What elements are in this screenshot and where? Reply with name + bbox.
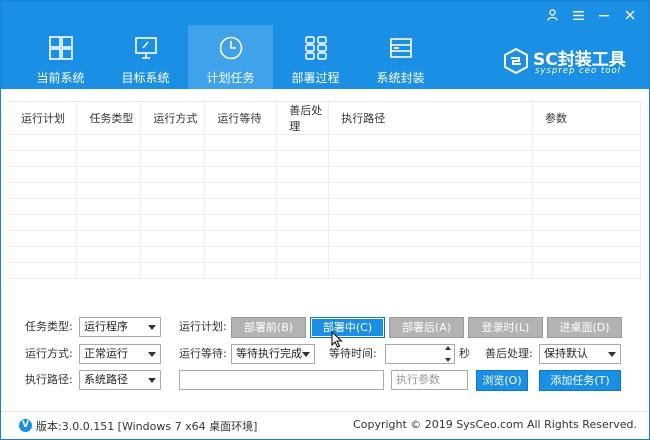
version-text: 版本:3.0.0.151 [Windows 7 x64 桌面环境] [36,420,258,433]
status-bar: V 版本:3.0.0.151 [Windows 7 x64 桌面环境] Copy… [1,411,649,439]
plan-during-deploy-button[interactable]: 部署中(C) [310,317,385,338]
tab-system-packaging[interactable]: 系统封装 [358,25,443,89]
chevron-down-icon [302,352,310,357]
column-header[interactable]: 善后处理 [276,102,330,135]
brand-slogan: sysprep ceo tool [535,66,622,76]
header-bar: 当前系统 目标系统 计划任务 部署过程 系统封装 SC封装工具 sysprep [1,1,649,89]
logo-icon [504,48,528,74]
run-wait-label: 运行等待: [179,347,227,360]
table-row [9,134,641,151]
column-header[interactable]: 运行计划 [9,102,78,135]
run-plan-label: 运行计划: [179,320,227,333]
plan-after-deploy-button[interactable]: 部署后(A) [389,317,464,338]
close-icon[interactable] [617,5,643,25]
task-type-select[interactable]: 运行程序 [79,317,161,337]
version-icon: V [19,419,32,432]
tab-label: 系统封装 [376,71,425,85]
chevron-down-icon [148,325,156,330]
chevron-down-icon [148,352,156,357]
copyright-text: Copyright © 2019 SysCeo.com All Rights R… [353,418,637,431]
chevron-down-icon [608,352,616,357]
run-mode-select[interactable]: 正常运行 [79,344,161,364]
column-header[interactable]: 运行等待 [204,102,278,135]
param-input[interactable]: 执行参数 [391,370,468,390]
add-task-button[interactable]: 添加任务(T) [539,370,621,391]
tab-label: 目标系统 [121,71,170,85]
run-wait-value: 等待执行完成 [236,347,302,360]
exec-path-select[interactable]: 系统路径 [79,370,161,390]
run-mode-value: 正常运行 [84,347,128,360]
column-header[interactable]: 任务类型 [76,102,142,135]
tab-deploy-process[interactable]: 部署过程 [273,25,358,89]
table-row [9,182,641,199]
monitor-icon [134,37,157,59]
tab-scheduled-tasks[interactable]: 计划任务 [188,25,273,89]
brand-logo: SC封装工具 sysprep ceo tool [503,45,643,79]
after-processing-label: 善后处理: [485,347,533,360]
run-wait-select[interactable]: 等待执行完成 [231,344,315,364]
tab-label: 部署过程 [291,71,340,85]
clock-icon [219,36,242,60]
exec-path-label: 执行路径: [25,373,73,386]
seconds-label: 秒 [459,347,470,360]
table-row [9,198,641,215]
table-row [9,230,641,247]
table-row [9,262,641,279]
minimize-icon[interactable] [591,5,617,25]
plan-before-deploy-button[interactable]: 部署前(B) [231,317,306,338]
column-header[interactable]: 执行路径 [328,102,534,135]
plan-on-desktop-button[interactable]: 进桌面(D) [547,317,622,338]
menu-icon[interactable] [565,5,591,25]
column-header[interactable]: 参数 [532,102,641,135]
tab-label: 计划任务 [206,71,255,85]
grid-icon [304,36,327,60]
chevron-down-icon [148,378,156,383]
table-row [9,150,641,167]
spin-arrows-icon[interactable] [444,346,452,362]
browse-button[interactable]: 浏览(O) [476,370,528,391]
app-window: 当前系统 目标系统 计划任务 部署过程 系统封装 SC封装工具 sysprep [0,0,650,440]
nav-tabs: 当前系统 目标系统 计划任务 部署过程 系统封装 [18,25,443,89]
tab-label: 当前系统 [36,71,85,85]
table-row [9,166,641,183]
after-processing-select[interactable]: 保持默认 [539,344,621,364]
task-form: 任务类型: 运行程序 运行计划: 部署前(B) 部署中(C) 部署后(A) 登录… [1,313,649,393]
drive-icon [389,38,412,58]
path-input[interactable] [179,370,384,390]
table-header-row: 运行计划 任务类型 运行方式 运行等待 善后处理 执行路径 参数 [9,102,641,135]
plan-on-login-button[interactable]: 登录时(L) [468,317,543,338]
exec-path-value: 系统路径 [84,373,128,386]
tab-current-system[interactable]: 当前系统 [18,25,103,89]
mouse-cursor-icon [331,331,343,348]
window-controls [539,5,643,25]
table-row [9,246,641,263]
column-header[interactable]: 运行方式 [140,102,206,135]
user-icon[interactable] [539,5,565,25]
task-type-value: 运行程序 [84,320,128,333]
after-processing-value: 保持默认 [544,347,588,360]
wait-time-spinbox[interactable] [385,344,455,364]
windows-icon [48,36,73,60]
run-mode-label: 运行方式: [25,347,73,360]
table-row [9,214,641,231]
task-type-label: 任务类型: [25,320,73,333]
task-table[interactable]: 运行计划 任务类型 运行方式 运行等待 善后处理 执行路径 参数 [9,101,641,289]
tab-target-system[interactable]: 目标系统 [103,25,188,89]
